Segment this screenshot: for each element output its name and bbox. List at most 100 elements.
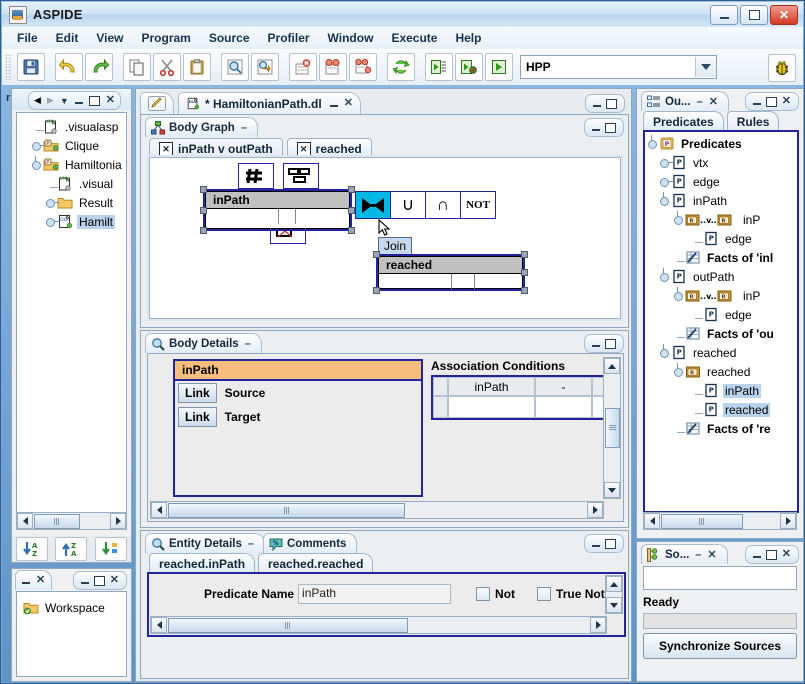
cell-inpath[interactable] [448,396,535,418]
tree-item-visual[interactable]: XML .visual [17,174,126,193]
association-conditions-grid[interactable]: inPath - [431,375,606,420]
minimize-icon[interactable] [592,129,600,131]
join-bowtie-icon[interactable] [356,192,391,218]
minimize-icon[interactable] [80,582,89,584]
graph-tab-reached[interactable]: ✕ reached [286,138,372,159]
entity-details-hscrollbar[interactable] [150,616,607,634]
menu-source[interactable]: Source [200,29,259,47]
outline-item-inpath[interactable]: P inPath [645,191,797,210]
menu-edit[interactable]: Edit [47,29,88,47]
scroll-right-button[interactable] [587,502,603,518]
scroll-right-button[interactable] [590,617,606,633]
tree-item-clique[interactable]: P Clique [17,136,126,155]
window-minimize-button[interactable] [710,5,738,25]
scroll-up-button[interactable] [604,358,620,374]
true-not-checkbox[interactable] [537,587,552,601]
editor-document-tab[interactable]: DLV * HamiltonianPath.dl ✕ [178,92,361,114]
tree-item-hamiltonianpath-file[interactable]: DLV Hamilt [17,212,126,231]
tree-item-hamiltonian[interactable]: P Hamiltonia [17,155,126,174]
find-button[interactable] [221,53,249,81]
true-not-checkbox-group[interactable]: True Not [537,587,605,601]
paste-button[interactable] [183,53,211,81]
card-row-target[interactable]: Link Target [175,405,421,429]
run-one-button[interactable] [289,53,317,81]
align-icon[interactable] [283,163,319,189]
table-row[interactable] [433,396,604,418]
scroll-thumb[interactable] [168,617,408,633]
minimize-icon[interactable]: – [695,549,701,561]
workspace-tab[interactable]: ✕ [15,570,53,590]
minimize-icon[interactable] [752,556,761,558]
run-group-button[interactable] [319,53,347,81]
menu-window[interactable]: Window [319,29,383,47]
close-icon[interactable]: ✕ [106,95,115,106]
sources-tab[interactable]: So... – ✕ [641,544,728,564]
tree-item-visualasp[interactable]: XML .visualasp [17,117,126,136]
outline-item-edge-sub-1[interactable]: P edge [645,229,797,248]
row-handle[interactable] [433,396,448,418]
scroll-up-button[interactable] [606,576,622,592]
scroll-down-button[interactable] [606,597,622,613]
maximize-icon[interactable] [605,538,616,549]
run-config-button[interactable] [425,53,453,81]
outline-item-facts-outpath[interactable]: Facts of 'ou [645,324,797,343]
debug-button[interactable] [768,54,796,82]
outline-item-reached-child[interactable]: P reached [645,400,797,419]
menu-execute[interactable]: Execute [382,29,446,47]
save-button[interactable] [17,53,45,81]
outline-item-facts-reached[interactable]: Facts of 're [645,419,797,438]
close-icon[interactable]: ✕ [344,98,353,109]
menu-view[interactable]: View [87,29,132,47]
window-close-button[interactable]: ✕ [770,5,798,25]
outline-item-predicates-root[interactable]: P Predicates [645,134,797,153]
run-all-button[interactable] [349,53,377,81]
scroll-left-button[interactable] [151,617,167,633]
outline-item-outpath[interactable]: P outPath [645,267,797,286]
body-details-vscrollbar[interactable] [603,357,621,499]
menu-file[interactable]: File [8,29,47,47]
refresh-button[interactable] [387,53,415,81]
close-icon[interactable]: ✕ [110,575,119,586]
scroll-right-button[interactable] [110,513,126,529]
minimize-icon[interactable] [593,105,601,107]
scroll-thumb[interactable] [604,408,620,448]
minimize-icon[interactable]: – [241,122,247,134]
cut-button[interactable] [153,53,181,81]
sources-input[interactable] [643,566,797,590]
intersection-icon[interactable]: ∩ [426,192,461,218]
close-icon[interactable]: ✕ [782,96,791,107]
outline-item-vtx[interactable]: P vtx [645,153,797,172]
sort-za-ascending-button[interactable]: ZA [55,537,88,561]
card-row-source[interactable]: Link Source [175,381,421,405]
body-details-tab[interactable]: Body Details – [145,333,262,353]
scroll-left-button[interactable] [17,513,33,529]
outline-item-edge[interactable]: P edge [645,172,797,191]
close-icon[interactable]: ✕ [36,575,45,586]
scroll-left-button[interactable] [151,502,167,518]
not-checkbox[interactable] [476,587,491,601]
outline-item-rule-reached[interactable]: R reached [645,362,797,381]
entity-details-vscrollbar[interactable] [605,575,623,614]
workspace-tree[interactable]: Workspace [16,591,127,677]
graph-node-inpath[interactable]: inPath [200,186,355,234]
not-icon[interactable]: NOT [461,192,495,218]
menu-program[interactable]: Program [132,29,199,47]
tab-predicates[interactable]: Predicates [643,111,724,131]
synchronize-sources-button[interactable]: Synchronize Sources [643,633,797,659]
grid-icon[interactable] [238,163,274,189]
entity-tab-reached-reached[interactable]: reached.reached [258,553,374,573]
minimize-icon[interactable] [22,582,30,584]
workspace-item[interactable]: Workspace [17,598,126,617]
outline-item-rule-inpath-1[interactable]: R ..v.. R inP [645,210,797,229]
sort-az-descending-button[interactable]: AZ [15,537,48,561]
menu-profiler[interactable]: Profiler [259,29,319,47]
outline-tree[interactable]: P Predicates P vtx P edge P inPath R ..v… [643,130,799,513]
scroll-left-button[interactable] [644,513,660,529]
scroll-thumb[interactable] [661,513,743,529]
body-graph-tab[interactable]: Body Graph – [145,117,258,137]
dropdown-menu-icon[interactable]: ▼ [60,96,69,106]
minimize-icon[interactable] [74,102,83,104]
project-tree[interactable]: XML .visualasp P Clique P Hamiltonia XML… [16,112,127,514]
link-button[interactable]: Link [178,383,217,403]
chevron-down-icon[interactable] [695,57,716,77]
